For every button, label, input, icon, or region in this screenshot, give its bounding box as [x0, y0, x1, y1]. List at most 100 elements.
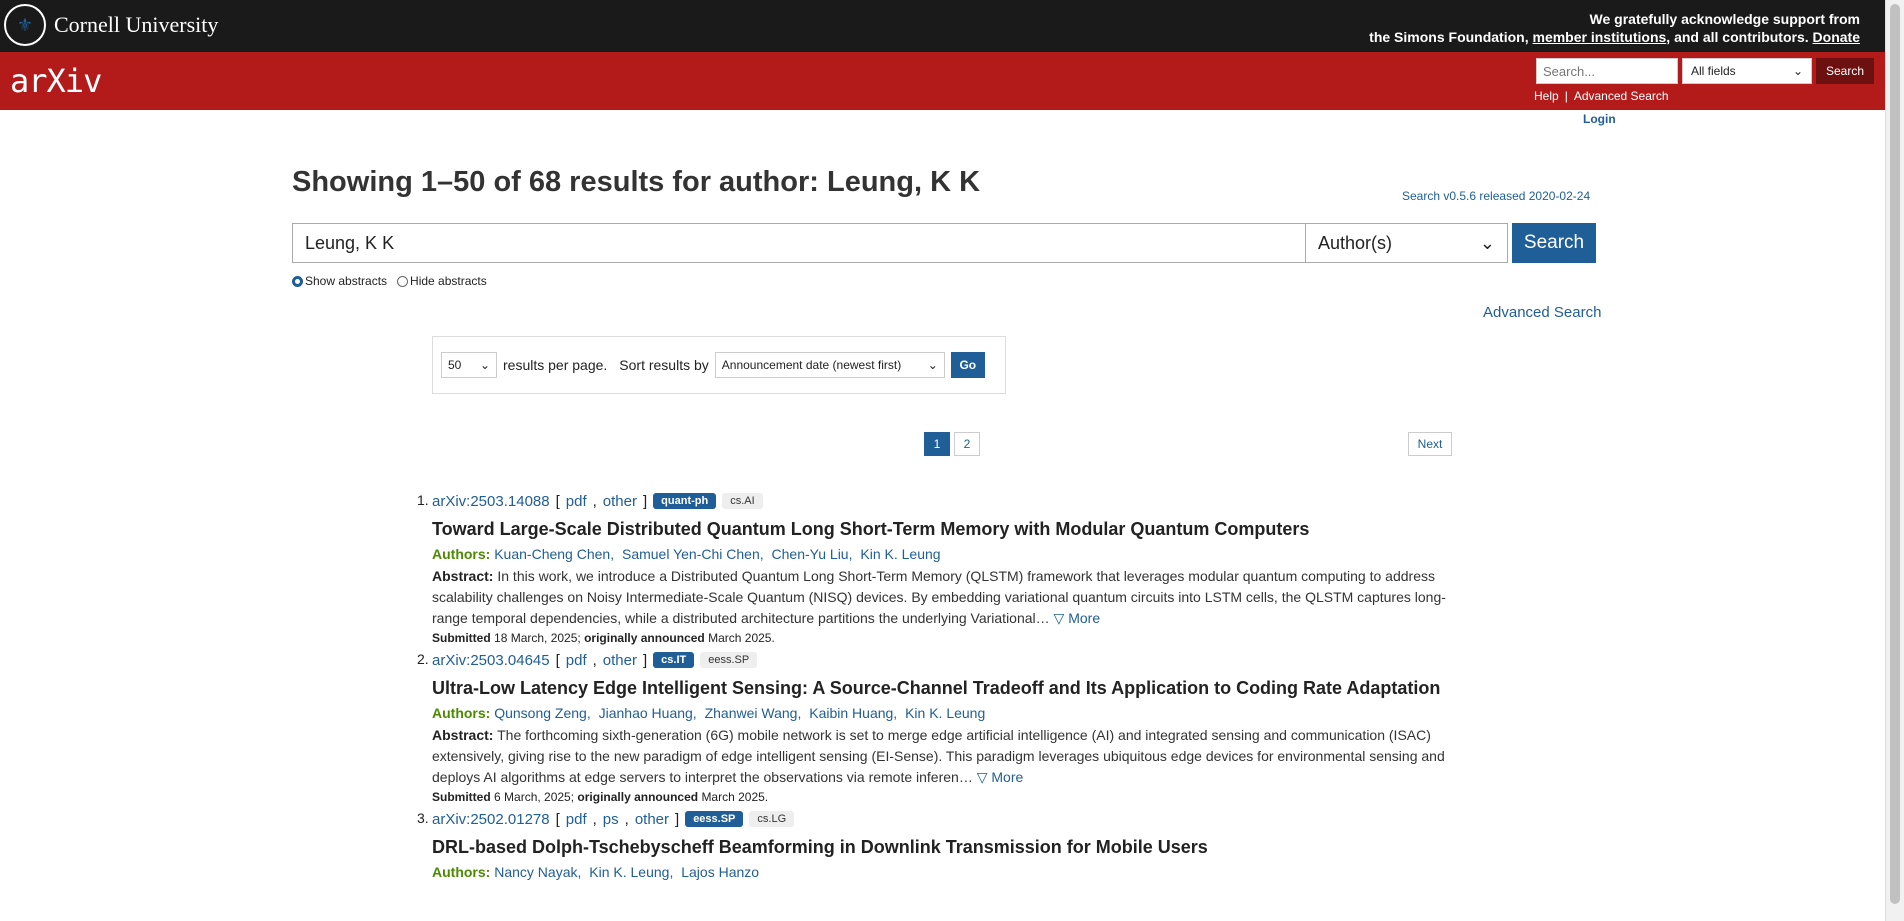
page-2-link[interactable]: 2 [954, 432, 980, 456]
abstract-label: Abstract: [432, 727, 494, 743]
per-page-label: results per page. [503, 357, 608, 373]
author-link[interactable]: Kaibin Huang, [809, 705, 897, 721]
chevron-down-icon: ⌄ [479, 358, 490, 372]
announced-label: originally announced [577, 790, 699, 804]
comma: , [592, 651, 597, 669]
author-link[interactable]: Jianhao Huang, [599, 705, 697, 721]
go-button[interactable]: Go [950, 352, 985, 378]
sort-select[interactable]: Announcement date (newest first) ⌄ [714, 352, 945, 378]
more-link[interactable]: ▽ More [1054, 610, 1101, 626]
author-link[interactable]: Kuan-Cheng Chen, [494, 546, 614, 562]
secondary-category-tag[interactable]: cs.LG [749, 811, 795, 827]
arxiv-id-link[interactable]: arXiv:2503.04645 [432, 652, 550, 669]
show-abstracts-option[interactable]: Show abstracts [292, 274, 387, 288]
search-field-select[interactable]: Author(s) ⌄ [1306, 223, 1508, 263]
radio-unselected-icon[interactable] [397, 276, 409, 288]
other-link[interactable]: other [603, 493, 637, 510]
announced-date: March 2025. [701, 790, 769, 804]
comma: , [592, 810, 597, 828]
author-link[interactable]: Nancy Nayak, [494, 864, 581, 880]
result-number: 1. [417, 492, 429, 508]
login-link[interactable]: Login [1583, 112, 1616, 126]
result-authors: Authors: Kuan-Cheng Chen, Samuel Yen-Chi… [432, 545, 1457, 563]
primary-category-tag[interactable]: eess.SP [685, 811, 744, 827]
pdf-link[interactable]: pdf [566, 493, 587, 510]
pagination: 1 2 [924, 432, 980, 456]
result-abstract: Abstract: In this work, we introduce a D… [432, 566, 1457, 629]
pdf-link[interactable]: pdf [566, 652, 587, 669]
primary-category-tag[interactable]: quant-ph [653, 493, 717, 509]
arxiv-id-link[interactable]: arXiv:2502.01278 [432, 811, 550, 828]
main-search-form: Leung, K K Author(s) ⌄ Search [292, 223, 1596, 263]
submitted-label: Submitted [432, 631, 491, 645]
query-value: Leung, K K [305, 232, 395, 253]
chevron-down-icon: ⌄ [1479, 232, 1495, 253]
author-link[interactable]: Qunsong Zeng, [494, 705, 591, 721]
author-link[interactable]: Kin K. Leung [905, 705, 985, 721]
header-field-value: All fields [1691, 64, 1736, 78]
bracket-close: ] [643, 492, 648, 510]
bracket-close: ] [675, 810, 680, 828]
secondary-category-tag[interactable]: eess.SP [700, 652, 758, 668]
header-field-select[interactable]: All fields ⌄ [1682, 58, 1812, 84]
result-title: Toward Large-Scale Distributed Quantum L… [432, 519, 1310, 539]
cornell-logo-link[interactable]: ⚜ Cornell University [4, 4, 218, 46]
show-abstracts-label: Show abstracts [305, 274, 388, 288]
header-links: Help | Advanced Search [1534, 89, 1669, 103]
bracket-open: [ [555, 651, 560, 669]
donate-link[interactable]: Donate [1813, 29, 1860, 45]
author-link[interactable]: Kin K. Leung [860, 546, 940, 562]
authors-label: Authors: [432, 546, 491, 562]
top-bar: ⚜ Cornell University We gratefully ackno… [0, 0, 1886, 52]
result-number: 3. [417, 810, 429, 826]
hide-abstracts-label: Hide abstracts [410, 274, 487, 288]
ack-line-2: the Simons Foundation, member institutio… [1369, 28, 1860, 46]
header-search-button[interactable]: Search [1816, 58, 1875, 84]
result-number: 2. [417, 651, 429, 667]
announced-label: originally announced [584, 631, 705, 645]
author-link[interactable]: Zhanwei Wang, [705, 705, 802, 721]
arxiv-logo-link[interactable]: arXiv [10, 62, 102, 100]
pdf-link[interactable]: pdf [566, 811, 587, 828]
page-scrollbar[interactable] [1885, 0, 1904, 921]
abstract-text: In this work, we introduce a Distributed… [432, 568, 1446, 626]
secondary-category-tag[interactable]: cs.AI [722, 493, 763, 509]
more-link[interactable]: ▽ More [977, 769, 1024, 785]
submitted-date: 18 March, 2025; [494, 631, 581, 645]
advanced-search-link[interactable]: Advanced Search [1483, 304, 1601, 321]
query-input[interactable]: Leung, K K [292, 223, 1306, 263]
arxiv-id-link[interactable]: arXiv:2503.14088 [432, 493, 550, 510]
other-link[interactable]: other [603, 652, 637, 669]
other-link[interactable]: other [635, 811, 669, 828]
release-notes-link[interactable]: Search v0.5.6 released 2020-02-24 [1402, 189, 1590, 203]
result-title: DRL-based Dolph-Tschebyscheff Beamformin… [432, 837, 1208, 857]
ack-text-post: , and all contributors. [1666, 29, 1809, 45]
result-item: 3. arXiv:2502.01278 [ pdf , ps , other ]… [417, 808, 1457, 881]
help-link[interactable]: Help [1534, 89, 1559, 103]
per-page-select[interactable]: 50 ⌄ [441, 352, 497, 378]
abstract-text: The forthcoming sixth-generation (6G) mo… [432, 727, 1445, 785]
radio-selected-icon[interactable] [292, 276, 303, 288]
results-list: 1. arXiv:2503.14088 [ pdf , other ] quan… [417, 490, 1457, 885]
primary-category-tag[interactable]: cs.IT [653, 652, 695, 668]
chevron-down-icon: ⌄ [927, 358, 938, 372]
header-advanced-search-link[interactable]: Advanced Search [1574, 89, 1669, 103]
hide-abstracts-option[interactable]: Hide abstracts [397, 274, 487, 288]
submitted-label: Submitted [432, 790, 491, 804]
sort-value: Announcement date (newest first) [721, 358, 902, 372]
cornell-name: Cornell University [54, 12, 219, 37]
bracket-open: [ [555, 810, 560, 828]
header-search-input[interactable] [1536, 58, 1678, 84]
author-link[interactable]: Kin K. Leung, [589, 864, 673, 880]
scrollbar-thumb[interactable] [1890, 4, 1900, 904]
author-link[interactable]: Lajos Hanzo [681, 864, 759, 880]
member-institutions-link[interactable]: member institutions [1533, 29, 1667, 45]
next-page-link[interactable]: Next [1408, 432, 1452, 456]
author-link[interactable]: Samuel Yen-Chi Chen, [622, 546, 764, 562]
ps-link[interactable]: ps [603, 811, 619, 828]
comma: , [592, 492, 597, 510]
main-search-button[interactable]: Search [1512, 223, 1596, 263]
author-link[interactable]: Chen-Yu Liu, [772, 546, 853, 562]
result-meta: arXiv:2503.04645 [ pdf , other ] cs.IT e… [432, 649, 1457, 671]
page-1-link[interactable]: 1 [924, 432, 950, 456]
